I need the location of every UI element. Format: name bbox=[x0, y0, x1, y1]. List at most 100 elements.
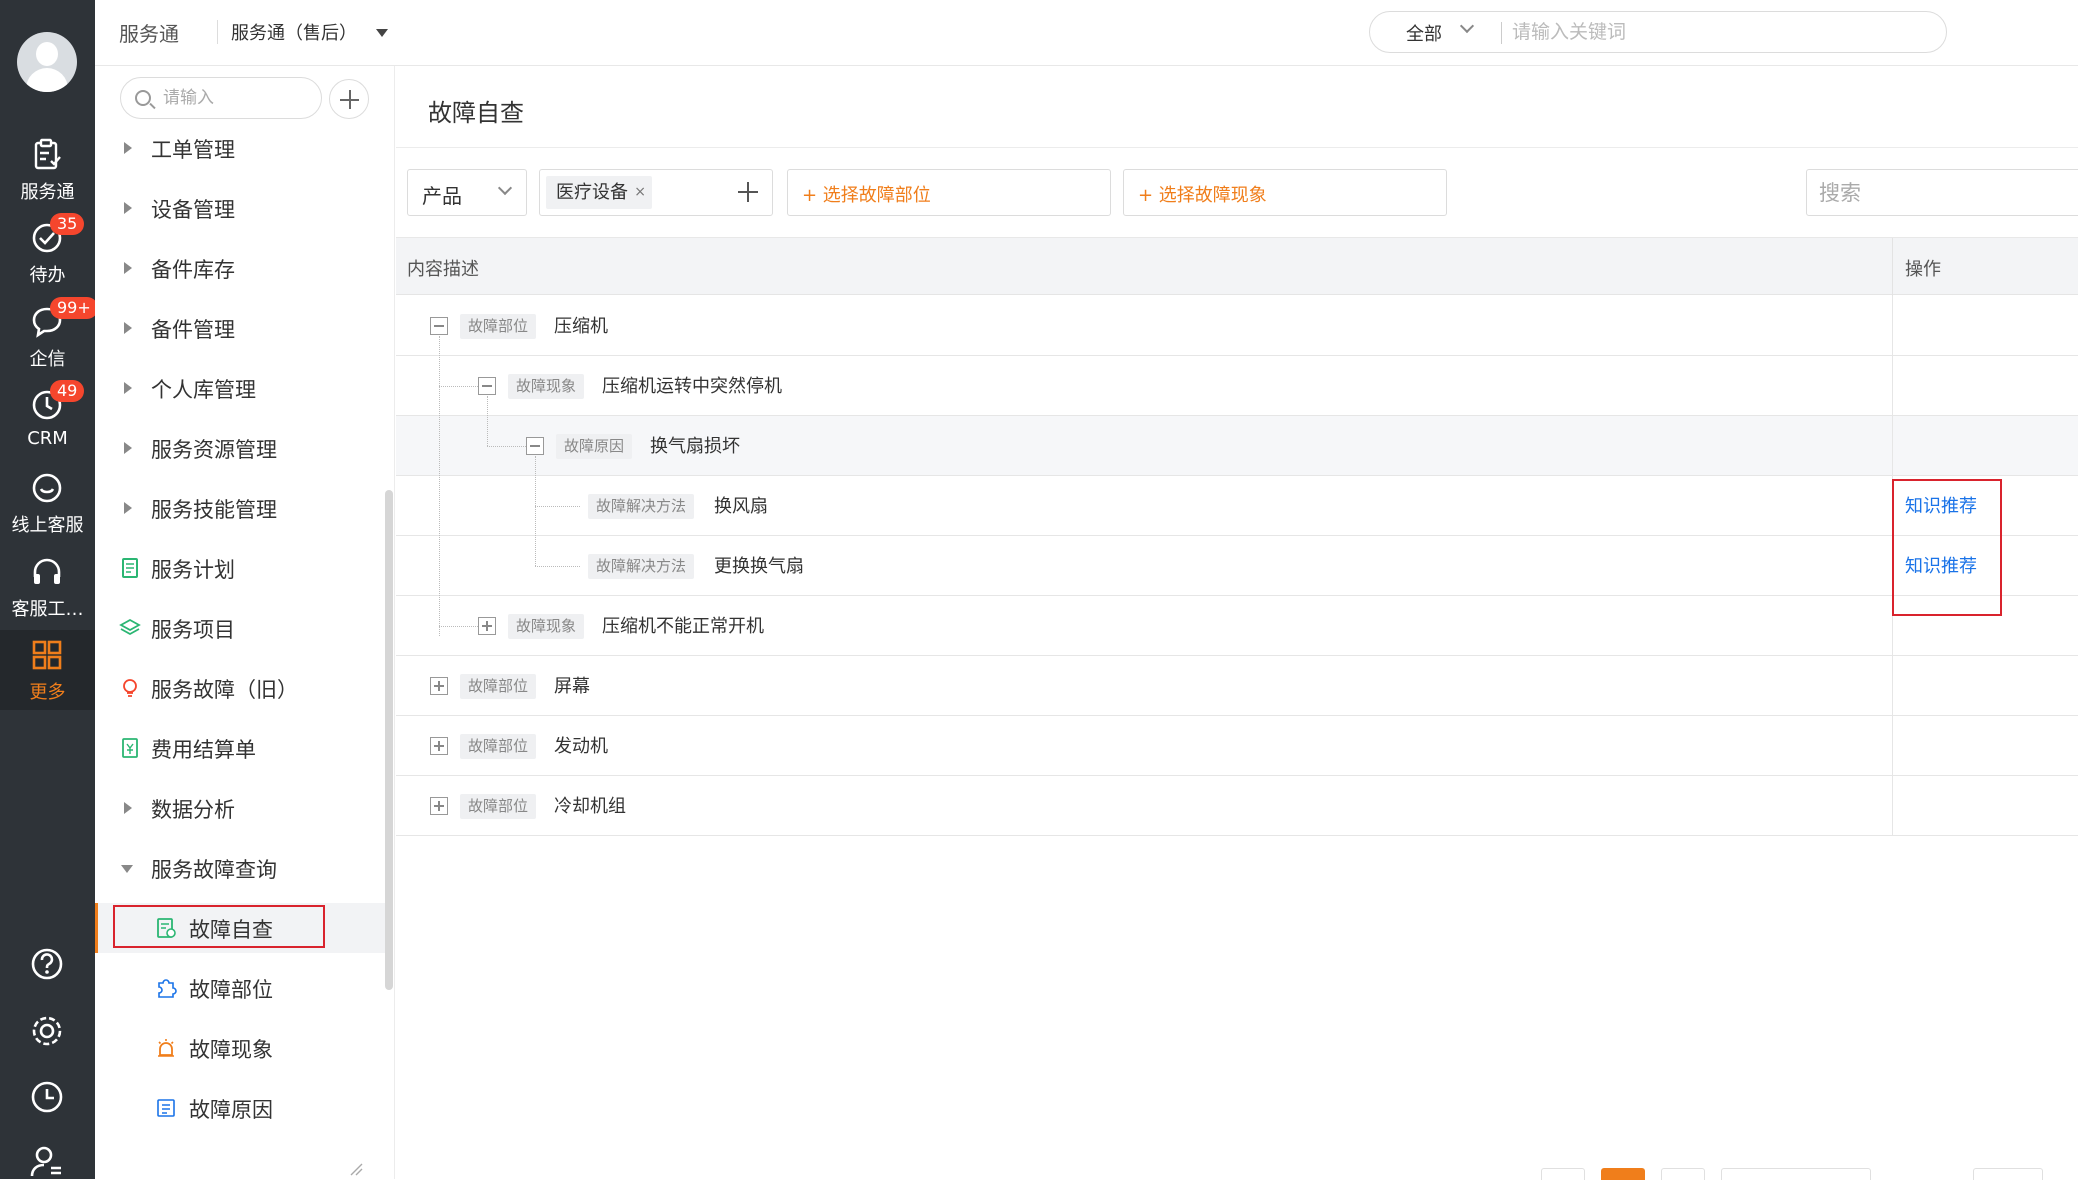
rail-item-online-service[interactable]: 线上客服 bbox=[0, 463, 95, 543]
divider bbox=[1501, 22, 1502, 44]
page-jump-input[interactable] bbox=[1973, 1168, 2043, 1180]
tree-connector bbox=[439, 386, 478, 387]
select-fault-phenomenon-button[interactable]: + 选择故障现象 bbox=[1123, 169, 1447, 216]
sidebar-item-label: 备件库存 bbox=[151, 258, 235, 282]
row-kind-tag: 故障解决方法 bbox=[588, 494, 695, 519]
sidebar-item-personal-stock[interactable]: 个人库管理 bbox=[95, 363, 385, 413]
sidebar-item-fault-old[interactable]: 服务故障（旧） bbox=[95, 663, 385, 713]
sidebar-item-spare-stock[interactable]: 备件库存 bbox=[95, 243, 385, 293]
sidebar-item-label: 故障现象 bbox=[189, 1038, 273, 1062]
sidebar-item-label: 服务项目 bbox=[151, 618, 235, 642]
expand-toggle[interactable] bbox=[430, 797, 448, 815]
sidebar-item-fault-query[interactable]: 服务故障查询 bbox=[95, 843, 385, 893]
layers-icon bbox=[119, 618, 141, 636]
chevron-down-icon[interactable] bbox=[376, 29, 388, 37]
sidebar-item-self-check[interactable]: 故障自查 bbox=[95, 903, 385, 953]
select-fault-position-button[interactable]: + 选择故障部位 bbox=[787, 169, 1111, 216]
column-header-content: 内容描述 bbox=[407, 259, 479, 280]
user-avatar[interactable] bbox=[17, 32, 77, 92]
sidebar-item-fault-cause[interactable]: 故障原因 bbox=[95, 1083, 385, 1133]
rail-label: 更多 bbox=[29, 682, 66, 703]
global-search: 全部 bbox=[1369, 11, 1947, 53]
search-scope-select[interactable]: 全部 bbox=[1406, 20, 1442, 46]
context-switcher[interactable]: 服务通（售后） bbox=[231, 19, 357, 45]
chevron-down-icon[interactable] bbox=[1459, 18, 1475, 34]
sidebar-item-resources[interactable]: 服务资源管理 bbox=[95, 423, 385, 473]
sidebar: 工单管理 设备管理 备件库存 备件管理 个人库管理 服务资源管理 服务技能管理 … bbox=[95, 66, 395, 1179]
sidebar-item-label: 工单管理 bbox=[151, 138, 235, 162]
sidebar-item-settlement[interactable]: 费用结算单 bbox=[95, 723, 385, 773]
chat-badge: 99+ bbox=[50, 297, 98, 319]
sidebar-item-label: 服务故障（旧） bbox=[151, 678, 298, 702]
divider bbox=[1892, 776, 1893, 836]
expand-toggle[interactable] bbox=[478, 617, 496, 635]
divider bbox=[1892, 238, 1893, 296]
sidebar-item-analytics[interactable]: 数据分析 bbox=[95, 783, 385, 833]
rail-item-agent[interactable]: 客服工… bbox=[0, 547, 95, 627]
sidebar-item-label: 费用结算单 bbox=[151, 738, 256, 762]
table-row: 故障部位 压缩机 bbox=[396, 296, 2078, 356]
sidebar-item-label: 数据分析 bbox=[151, 798, 235, 822]
collapse-toggle[interactable] bbox=[430, 317, 448, 335]
product-tag: 医疗设备 × bbox=[546, 176, 652, 209]
global-search-input[interactable] bbox=[1512, 18, 1912, 46]
tree-connector bbox=[439, 626, 478, 627]
app-name[interactable]: 服务通 bbox=[119, 18, 179, 47]
user-settings-icon[interactable] bbox=[29, 1144, 65, 1180]
list-icon bbox=[157, 1099, 175, 1117]
sidebar-item-work-order[interactable]: 工单管理 bbox=[95, 123, 385, 173]
tag-remove-icon[interactable]: × bbox=[634, 176, 646, 209]
pager-next-button[interactable] bbox=[1661, 1168, 1705, 1180]
row-kind-tag: 故障部位 bbox=[460, 734, 537, 759]
caret-right-icon bbox=[124, 442, 132, 454]
sidebar-item-label: 故障自查 bbox=[189, 918, 273, 942]
rail-item-chat[interactable]: 企信 99+ bbox=[0, 297, 98, 377]
divider bbox=[1892, 416, 1893, 476]
sidebar-item-plan[interactable]: 服务计划 bbox=[95, 543, 385, 593]
rail-item-more[interactable]: 更多 bbox=[0, 630, 95, 710]
help-icon[interactable] bbox=[29, 946, 65, 982]
add-button[interactable] bbox=[329, 79, 369, 119]
settings-icon[interactable] bbox=[29, 1013, 65, 1049]
page-size-select[interactable] bbox=[1721, 1168, 1871, 1180]
sidebar-search-input[interactable] bbox=[163, 86, 313, 110]
rail-item-service[interactable]: 服务通 bbox=[0, 130, 95, 210]
sidebar-scrollbar[interactable] bbox=[385, 490, 393, 990]
tree-connector bbox=[535, 456, 536, 566]
resize-handle-icon[interactable] bbox=[347, 1160, 363, 1176]
sidebar-item-device[interactable]: 设备管理 bbox=[95, 183, 385, 233]
product-select-label: 产品 bbox=[422, 184, 462, 208]
tree-connector bbox=[487, 446, 526, 447]
product-tags-field[interactable]: 医疗设备 × bbox=[539, 169, 773, 216]
headset-icon bbox=[33, 558, 61, 584]
select-fault-phenomenon-label: + 选择故障现象 bbox=[1138, 185, 1267, 206]
sidebar-item-fault-phenomenon[interactable]: 故障现象 bbox=[95, 1023, 385, 1073]
sidebar-item-fault-position[interactable]: 故障部位 bbox=[95, 963, 385, 1013]
row-text: 压缩机不能正常开机 bbox=[602, 616, 764, 637]
add-product-icon[interactable] bbox=[738, 182, 758, 202]
sidebar-item-spare-parts[interactable]: 备件管理 bbox=[95, 303, 385, 353]
pager-current-page[interactable] bbox=[1601, 1168, 1645, 1180]
caret-right-icon bbox=[124, 802, 132, 814]
grid-icon bbox=[32, 640, 62, 670]
collapse-toggle[interactable] bbox=[526, 437, 544, 455]
sidebar-item-project[interactable]: 服务项目 bbox=[95, 603, 385, 653]
sidebar-item-label: 服务故障查询 bbox=[151, 858, 277, 882]
pager-prev-button[interactable] bbox=[1541, 1168, 1585, 1180]
product-select[interactable]: 产品 bbox=[407, 169, 527, 216]
smile-icon bbox=[32, 473, 62, 503]
rail-item-crm[interactable]: CRM 49 bbox=[0, 380, 95, 460]
row-text: 压缩机 bbox=[554, 316, 608, 337]
expand-toggle[interactable] bbox=[430, 677, 448, 695]
sidebar-item-skills[interactable]: 服务技能管理 bbox=[95, 483, 385, 533]
sidebar-search bbox=[120, 77, 322, 119]
collapse-toggle[interactable] bbox=[478, 377, 496, 395]
table-search-input[interactable] bbox=[1819, 179, 2069, 207]
caret-right-icon bbox=[124, 322, 132, 334]
expand-toggle[interactable] bbox=[430, 737, 448, 755]
rail-item-todo[interactable]: 待办 35 bbox=[0, 213, 95, 293]
todo-badge: 35 bbox=[50, 213, 85, 235]
puzzle-icon bbox=[158, 979, 177, 998]
history-icon[interactable] bbox=[29, 1079, 65, 1115]
search-icon bbox=[135, 90, 151, 106]
